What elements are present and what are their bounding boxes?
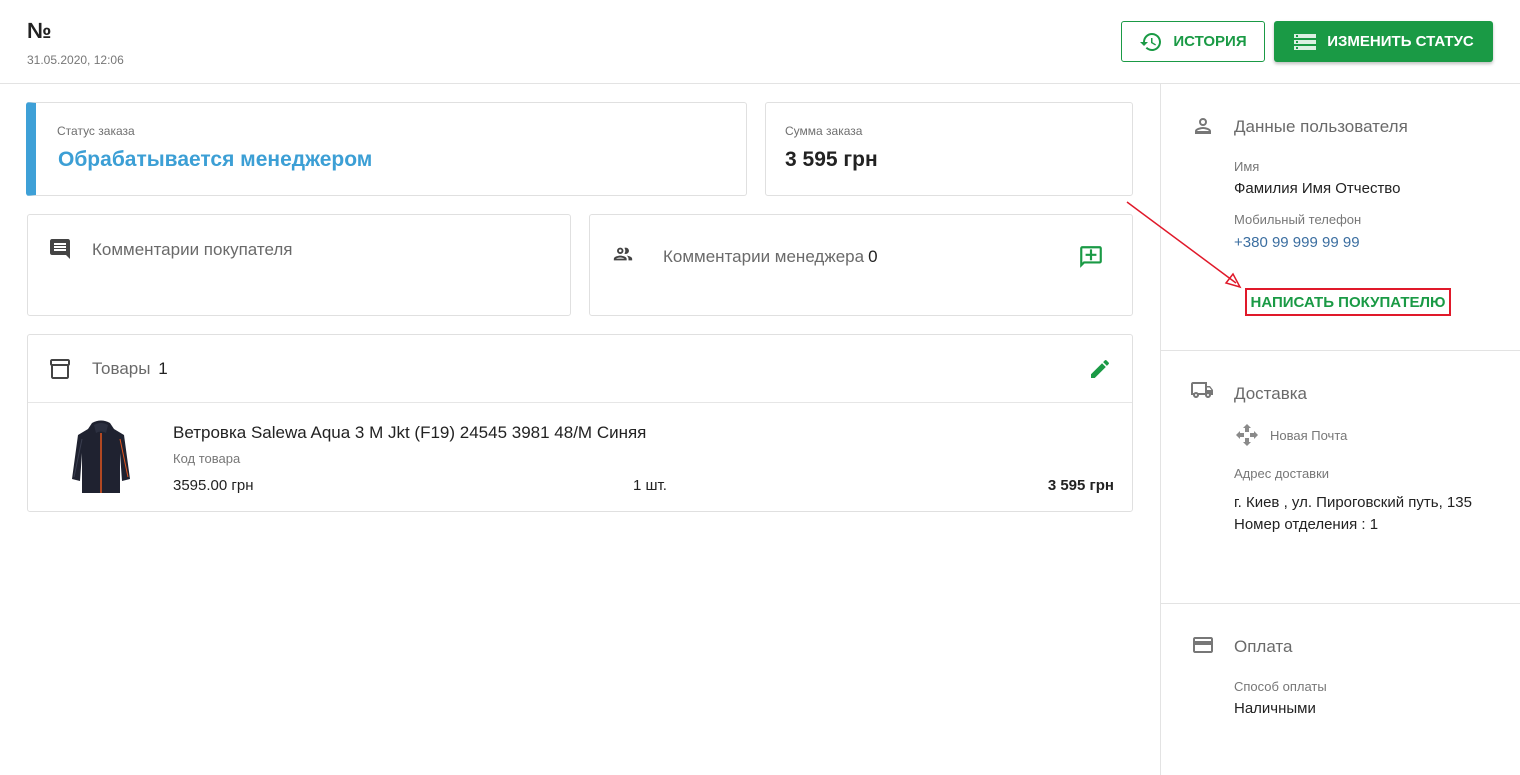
address-line-2: Номер отделения : 1 [1234,516,1379,533]
order-number: № [27,18,52,43]
manager-comments-card: Комментарии менеджера 0 [589,214,1133,316]
comment-icon [50,239,70,259]
delivery-section: Доставка Новая Почта Адрес доставки г. К… [1161,351,1520,604]
write-to-buyer-button[interactable]: НАПИСАТЬ ПОКУПАТЕЛЮ [1245,288,1451,316]
archive-icon [50,359,70,379]
phone-value[interactable]: +380 99 999 99 99 [1234,234,1360,251]
buyer-comments-title: Комментарии покупателя [92,240,293,259]
manager-comments-count: 0 [868,247,878,266]
product-image[interactable] [70,419,132,495]
buyer-comments-card[interactable]: Комментарии покупателя [27,214,571,316]
person-icon [1195,118,1211,134]
card-icon [1193,637,1213,653]
phone-label: Мобильный телефон [1234,212,1362,227]
manager-comments-label: Комментарии менеджера [663,247,865,266]
status-label: Статус заказа [57,124,135,138]
change-status-button[interactable]: ИЗМЕНИТЬ СТАТУС [1274,21,1493,62]
delivery-title: Доставка [1234,384,1308,403]
history-icon [1140,32,1162,51]
user-data-title: Данные пользователя [1234,117,1408,136]
product-price: 3595.00 грн [173,477,254,494]
goods-card: Товары 1 Ветровка Salewa Aqua 3 M Jkt (F… [27,334,1133,512]
payment-method-label: Способ оплаты [1234,679,1327,694]
truck-icon [1191,382,1213,398]
history-label: ИСТОРИЯ [1173,33,1247,50]
address-label: Адрес доставки [1234,466,1330,481]
edit-icon[interactable] [1088,357,1112,381]
order-status-card: Статус заказа Обрабатывается менеджером [26,102,747,196]
sum-label: Сумма заказа [785,124,863,138]
carrier-name: Новая Почта [1270,428,1348,443]
manager-comments-title: Комментарии менеджера 0 [663,247,878,267]
order-sidebar: Данные пользователя Имя Фамилия Имя Отче… [1160,84,1520,775]
name-label: Имя [1234,159,1260,174]
product-code-label: Код товара [173,451,241,466]
goods-title: Товары 1 [92,359,168,379]
payment-title: Оплата [1234,637,1293,656]
history-button[interactable]: ИСТОРИЯ [1121,21,1265,62]
nova-poshta-icon [1236,424,1258,446]
order-date: 31.05.2020, 12:06 [27,53,124,67]
product-total: 3 595 грн [1047,477,1114,494]
goods-title-label: Товары [92,359,151,378]
product-quantity: 1 шт. [633,477,667,494]
people-icon [613,247,633,261]
sum-value: 3 595 грн [785,148,878,171]
goods-count: 1 [158,359,168,378]
address-line-1: г. Киев , ул. Пироговский путь, 135 [1234,494,1472,511]
change-status-label: ИЗМЕНИТЬ СТАТУС [1327,33,1474,50]
order-sum-card: Сумма заказа 3 595 грн [765,102,1133,196]
payment-section: Оплата Способ оплаты Наличными [1161,604,1520,775]
user-data-section: Данные пользователя Имя Фамилия Имя Отче… [1161,84,1520,351]
name-value: Фамилия Имя Отчество [1234,180,1401,197]
payment-method-value: Наличными [1234,700,1316,717]
order-header: № 31.05.2020, 12:06 ИСТОРИЯ ИЗМЕНИТЬ СТА… [0,0,1520,84]
product-name[interactable]: Ветровка Salewa Aqua 3 M Jkt (F19) 24545… [173,423,646,443]
add-comment-icon[interactable] [1078,244,1104,270]
list-icon [1294,33,1317,50]
status-value: Обрабатывается менеджером [58,148,373,171]
goods-header: Товары 1 [28,335,1132,403]
